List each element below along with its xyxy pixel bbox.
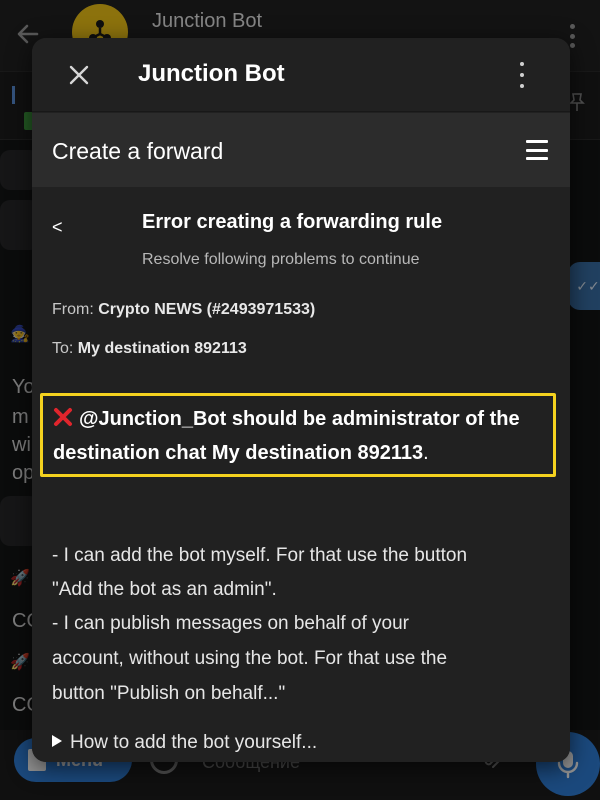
- back-button[interactable]: <: [52, 217, 63, 238]
- description-line: - I can add the bot myself. For that use…: [52, 545, 468, 566]
- error-message-line-1: @Junction_Bot should be administrator of…: [53, 402, 543, 436]
- description-line: account, without using the bot. For that…: [52, 648, 448, 669]
- app-navbar: Create a forward: [32, 113, 570, 187]
- from-value: Crypto NEWS (#2493971533): [98, 301, 316, 318]
- from-label: From:: [52, 301, 94, 318]
- error-message-period: .: [423, 442, 429, 464]
- to-line: To: My destination 892113: [52, 340, 247, 358]
- disclosure-triangle-icon: [52, 735, 62, 747]
- description-line: button "Publish on behalf...": [52, 683, 286, 704]
- error-page: < Error creating a forwarding rule Resol…: [32, 187, 570, 762]
- modal-header: Junction Bot: [32, 38, 570, 112]
- error-message-text-1: @Junction_Bot should be administrator of…: [79, 408, 520, 430]
- error-subtitle: Resolve following problems to continue: [142, 251, 420, 268]
- more-vertical-icon[interactable]: [512, 60, 532, 90]
- app-title: Create a forward: [52, 138, 224, 164]
- error-highlight-box: @Junction_Bot should be administrator of…: [40, 393, 556, 477]
- to-label: To:: [52, 340, 74, 357]
- modal-title: Junction Bot: [138, 60, 285, 87]
- howto-disclosure[interactable]: How to add the bot yourself...: [52, 732, 317, 754]
- webapp-modal: Junction Bot Create a forward < Error cr…: [32, 38, 570, 762]
- hamburger-menu-icon[interactable]: [526, 140, 550, 160]
- from-line: From: Crypto NEWS (#2493971533): [52, 301, 315, 319]
- description-line: "Add the bot as an admin".: [52, 579, 277, 600]
- to-value: My destination 892113: [77, 340, 247, 357]
- close-icon[interactable]: [62, 58, 96, 92]
- howto-label: How to add the bot yourself...: [70, 732, 318, 753]
- error-x-icon: [54, 408, 72, 426]
- error-message-line-2: destination chat My destination 892113.: [53, 436, 543, 470]
- error-message-text-2: destination chat My destination 892113: [53, 442, 424, 464]
- error-title: Error creating a forwarding rule: [142, 211, 443, 233]
- description-line: - I can publish messages on behalf of yo…: [52, 613, 409, 634]
